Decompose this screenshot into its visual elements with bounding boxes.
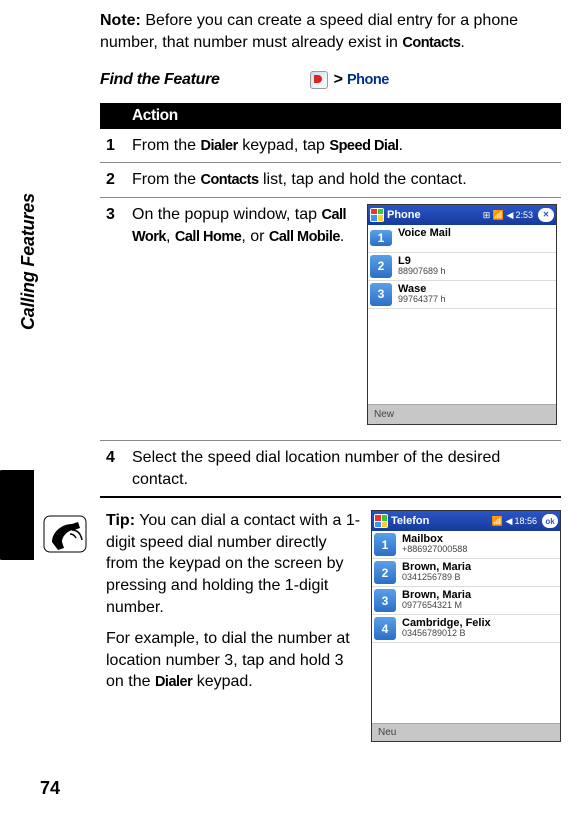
screenshot-1: Phone ⊞ 📶 ◀ 2:53 ✕ 1 Voice Mail: [367, 204, 557, 434]
speed-badge: 3: [370, 283, 392, 306]
list-item: 4 Cambridge, Felix03456789012 B: [372, 615, 560, 643]
speed-badge: 3: [374, 589, 396, 612]
speed-badge: 1: [370, 230, 392, 246]
note-text-b: .: [460, 34, 464, 51]
step-num-1: 1: [100, 129, 128, 163]
note-contacts: Contacts: [402, 35, 460, 51]
speed-list-1: 1 Voice Mail 2 L988907689 h 3 Wase997643…: [368, 225, 556, 404]
step1-dialer: Dialer: [200, 138, 237, 154]
page-number: 74: [40, 778, 60, 799]
step1-a: From the: [132, 137, 200, 154]
status-icons-2: 📶 ◀ 18:56: [492, 516, 537, 527]
screenshot-2: Telefon 📶 ◀ 18:56 ok 1 Mailbox+886927000…: [371, 510, 561, 742]
start-menu-icon: [370, 208, 384, 222]
tip-para-2: For example, to dial the number at locat…: [106, 628, 361, 693]
action-row-1: 1 From the Dialer keypad, tap Speed Dial…: [100, 129, 561, 163]
start-menu-icon: [374, 514, 388, 528]
tip-text-b-b: keypad.: [192, 673, 252, 690]
step-text-2: From the Contacts list, tap and hold the…: [128, 163, 561, 198]
phone-icon: [42, 512, 90, 556]
step3-e: , or: [241, 228, 269, 245]
list-item: 1 Mailbox+886927000588: [372, 531, 560, 559]
step3-c: ,: [166, 228, 175, 245]
action-header-row: Action: [100, 103, 561, 129]
step-num-3: 3: [100, 197, 128, 440]
speed-name: Voice Mail: [398, 227, 451, 239]
step-text-4: Select the speed dial location number of…: [128, 440, 561, 497]
ok-button-icon: ok: [542, 514, 558, 528]
list-item: 1 Voice Mail: [368, 225, 556, 253]
titlebar-2: Telefon 📶 ◀ 18:56 ok: [372, 511, 560, 531]
step2-contacts: Contacts: [200, 172, 258, 188]
tip-section: Tip: You can dial a contact with a 1-dig…: [100, 510, 561, 742]
step1-speeddial: Speed Dial: [329, 138, 398, 154]
speed-sub: 0341256789 B: [402, 573, 471, 583]
list-item: 2 L988907689 h: [368, 253, 556, 281]
close-icon: ✕: [538, 208, 554, 222]
clock-2: 18:56: [514, 516, 537, 526]
blank-area: [368, 309, 556, 404]
find-feature-row: Find the Feature > Phone: [100, 71, 561, 89]
status-icons-1: ⊞ 📶 ◀ 2:53: [483, 209, 533, 221]
speed-sub: 0977654321 M: [402, 601, 471, 611]
breadcrumb-phone: Phone: [347, 72, 389, 88]
note-paragraph: Note: Before you can create a speed dial…: [100, 10, 561, 55]
note-label: Note:: [100, 12, 141, 29]
speed-badge: 2: [370, 255, 392, 278]
list-item: 2 Brown, Maria0341256789 B: [372, 559, 560, 587]
list-item: 3 Wase99764377 h: [368, 281, 556, 309]
tip-label: Tip:: [106, 512, 135, 529]
speed-sub: 99764377 h: [398, 295, 446, 305]
action-row-2: 2 From the Contacts list, tap and hold t…: [100, 163, 561, 198]
step3-callhome: Call Home: [175, 229, 241, 245]
breadcrumb-separator: >: [334, 71, 343, 89]
action-table: Action 1 From the Dialer keypad, tap Spe…: [100, 103, 561, 498]
tip-dialer: Dialer: [155, 674, 192, 690]
action-row-3: 3 On the popup window, tap Call Work, Ca…: [100, 197, 561, 440]
find-feature-label: Find the Feature: [100, 71, 220, 89]
step-num-4: 4: [100, 440, 128, 497]
action-header: Action: [100, 103, 561, 129]
step-text-1: From the Dialer keypad, tap Speed Dial.: [128, 129, 561, 163]
step1-e: .: [399, 137, 403, 154]
speed-badge: 1: [374, 533, 396, 556]
step3-callmobile: Call Mobile: [269, 229, 340, 245]
step2-c: list, tap and hold the contact.: [259, 171, 467, 188]
speed-badge: 2: [374, 561, 396, 584]
softkey-bar-2: Neu: [372, 723, 560, 741]
speed-badge: 4: [374, 617, 396, 640]
step-text-3: On the popup window, tap Call Work, Call…: [128, 197, 561, 440]
step1-c: keypad, tap: [238, 137, 330, 154]
titlebar-1: Phone ⊞ 📶 ◀ 2:53 ✕: [368, 205, 556, 225]
app-name-1: Phone: [387, 208, 480, 223]
list-item: 3 Brown, Maria0977654321 M: [372, 587, 560, 615]
softkey-bar-1: New: [368, 404, 556, 425]
speed-sub: 88907689 h: [398, 267, 446, 277]
step3-g: .: [340, 228, 344, 245]
step2-a: From the: [132, 171, 200, 188]
app-name-2: Telefon: [391, 515, 489, 527]
speed-sub: +886927000588: [402, 545, 467, 555]
speed-sub: 03456789012 B: [402, 629, 491, 639]
step3-a: On the popup window, tap: [132, 206, 321, 223]
clock-1: 2:53: [515, 209, 533, 221]
tip-text-a: You can dial a contact with a 1-digit sp…: [106, 512, 360, 615]
speed-list-2: 1 Mailbox+886927000588 2 Brown, Maria034…: [372, 531, 560, 723]
tip-para-1: Tip: You can dial a contact with a 1-dig…: [106, 510, 361, 618]
blank-area: [372, 643, 560, 723]
step-num-2: 2: [100, 163, 128, 198]
start-icon: [310, 71, 328, 89]
action-row-4: 4 Select the speed dial location number …: [100, 440, 561, 497]
